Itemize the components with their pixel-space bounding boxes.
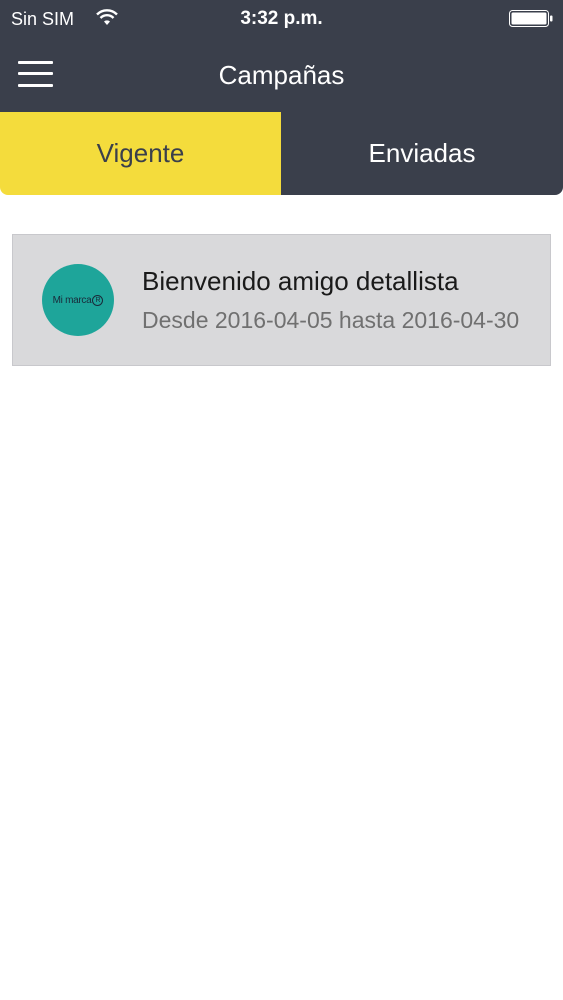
page-title: Campañas <box>218 60 345 90</box>
campaign-dates: Desde 2016-04-05 hasta 2016-04-30 <box>142 307 520 333</box>
campaign-list-item[interactable]: Mi marca R Bienvenido amigo detallista D… <box>12 234 551 366</box>
status-bar: Sin SIM 3:32 p.m. <box>0 0 563 38</box>
campaign-title: Bienvenido amigo detallista <box>142 266 459 296</box>
battery-icon <box>509 10 553 27</box>
brand-logo-name: Mi marca <box>52 294 92 306</box>
tab-vigente[interactable]: Vigente <box>0 112 281 195</box>
brand-logo: Mi marca R <box>42 264 114 336</box>
brand-logo-text: Mi marca R <box>52 294 104 306</box>
navigation-bar: Campañas <box>0 38 563 112</box>
segmented-tabs: Vigente Enviadas <box>0 112 563 195</box>
tab-enviadas[interactable]: Enviadas <box>281 112 563 195</box>
registered-mark: R <box>92 294 104 306</box>
status-time: 3:32 p.m. <box>240 8 323 29</box>
campaign-list: Mi marca R Bienvenido amigo detallista D… <box>12 234 551 366</box>
